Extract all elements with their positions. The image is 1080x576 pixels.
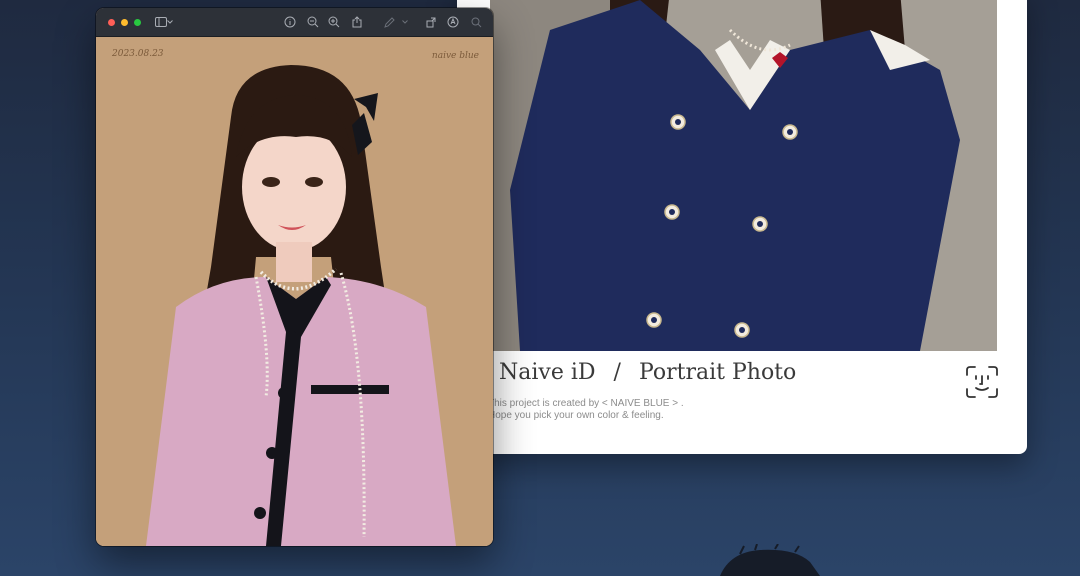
close-button[interactable] [108, 18, 115, 26]
chevron-down-icon[interactable] [401, 15, 409, 29]
photo-brand-mark: naive blue [431, 51, 479, 61]
markup-pen-icon[interactable] [382, 15, 396, 29]
info-icon[interactable] [283, 15, 297, 29]
portrait-photo-pink-jacket: 2023.08.23 naive blue [96, 37, 493, 546]
zoom-in-icon[interactable] [327, 15, 341, 29]
face-id-icon [965, 365, 999, 399]
card-title-left: Naive iD [499, 360, 596, 385]
share-icon[interactable] [350, 15, 364, 29]
card-title-separator: / [613, 360, 621, 385]
photo-date-mark: 2023.08.23 [112, 49, 164, 59]
credit-line-1: This project is created by < NAIVE BLUE … [488, 398, 684, 409]
preview-window[interactable]: 2023.08.23 naive blue [96, 8, 493, 546]
zoom-out-icon[interactable] [306, 15, 320, 29]
credit-line-2: Hope you pick your own color & feeling. [488, 410, 664, 421]
portrait-card: Naive iD / Portrait Photo This project is … [457, 0, 1027, 454]
card-title: Naive iD / Portrait Photo [499, 360, 796, 385]
rotate-icon[interactable] [424, 15, 438, 29]
annotate-icon[interactable] [446, 15, 460, 29]
card-credit: This project is created by < NAIVE BLUE … [488, 398, 684, 422]
portrait-photo-navy-coat [490, 0, 997, 351]
zoom-button[interactable] [134, 18, 141, 26]
search-icon[interactable] [469, 15, 483, 29]
traffic-lights [108, 18, 141, 26]
chevron-down-icon[interactable] [166, 15, 174, 29]
minimize-button[interactable] [121, 18, 128, 26]
window-titlebar[interactable] [96, 8, 493, 37]
card-title-right: Portrait Photo [638, 360, 797, 385]
hair-silhouette [720, 544, 820, 576]
